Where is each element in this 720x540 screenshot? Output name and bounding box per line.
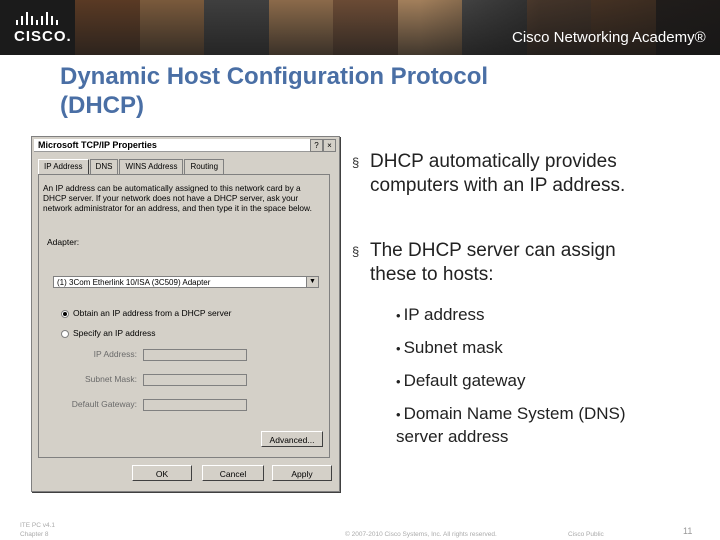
radio-specify-ip-label[interactable]: Specify an IP address: [73, 328, 156, 338]
advanced-button[interactable]: Advanced...: [261, 431, 323, 447]
adapter-select-value: (1) 3Com Etherlink 10/ISA (3C509) Adapte…: [57, 278, 211, 287]
page-number: 11: [683, 526, 693, 536]
footer-course: ITE PC v4.1: [20, 522, 56, 529]
subnet-mask-field[interactable]: [143, 374, 247, 386]
dropdown-arrow-icon[interactable]: ▼: [306, 277, 318, 287]
bullet-item: § The DHCP server can assign these to ho…: [352, 239, 652, 287]
ok-button[interactable]: OK: [132, 465, 192, 481]
dialog-tabs: IP Address DNS WINS Address Routing: [38, 159, 225, 175]
sub-bullet-item: • Domain Name System (DNS) server address: [396, 403, 676, 448]
sub-bullet-item: • IP address: [396, 304, 485, 327]
adapter-label: Adapter:: [47, 237, 80, 247]
sub-bullet-item: • Default gateway: [396, 370, 525, 393]
tab-routing[interactable]: Routing: [184, 159, 225, 174]
tab-ip-address[interactable]: IP Address: [38, 159, 89, 175]
dialog-title-bar: Microsoft TCP/IP Properties ? ×: [34, 139, 336, 152]
banner-fade: [420, 0, 720, 55]
slide-title: Dynamic Host Configuration Protocol (DHC…: [60, 62, 680, 120]
default-gateway-field[interactable]: [143, 399, 247, 411]
radio-obtain-ip[interactable]: [61, 310, 69, 318]
tab-dns[interactable]: DNS: [89, 159, 119, 174]
sub-bullet-text: Subnet mask: [403, 338, 503, 357]
dialog-description: An IP address can be automatically assig…: [43, 183, 312, 213]
banner-photo: [333, 0, 398, 55]
slide-title-line2: (DHCP): [60, 92, 144, 119]
sub-bullet-text: Default gateway: [403, 371, 526, 390]
ip-address-field[interactable]: [143, 349, 247, 361]
sub-bullet-text: Domain Name System (DNS) server address: [396, 404, 626, 446]
sub-bullet-marker-icon: •: [396, 308, 401, 323]
radio-obtain-ip-label[interactable]: Obtain an IP address from a DHCP server: [73, 308, 231, 318]
banner-photo: [204, 0, 269, 55]
bullet-text: The DHCP server can assign these to host…: [370, 240, 616, 285]
sub-bullet-marker-icon: •: [396, 374, 401, 389]
bullet-marker-icon: §: [352, 155, 360, 170]
bullet-text: DHCP automatically provides computers wi…: [370, 151, 626, 196]
help-button[interactable]: ?: [310, 139, 323, 152]
banner-photo: [139, 0, 204, 55]
sub-bullet-text: IP address: [403, 305, 485, 324]
bullet-item: § DHCP automatically provides computers …: [352, 150, 682, 198]
slide-title-line1: Dynamic Host Configuration Protocol: [60, 63, 489, 90]
banner-photo: [268, 0, 333, 55]
sub-bullet-marker-icon: •: [396, 407, 401, 422]
default-gateway-label: Default Gateway:: [71, 399, 137, 409]
sub-bullet-marker-icon: •: [396, 341, 401, 356]
cisco-wordmark: CISCO.: [14, 28, 72, 45]
sub-bullet-item: • Subnet mask: [396, 337, 503, 360]
tab-wins-address[interactable]: WINS Address: [119, 159, 184, 174]
footer-copyright: © 2007-2010 Cisco Systems, Inc. All righ…: [345, 531, 497, 538]
bullet-marker-icon: §: [352, 244, 360, 259]
dialog-title: Microsoft TCP/IP Properties: [38, 140, 157, 150]
cisco-logo: CISCO.: [14, 12, 72, 45]
academy-title: Cisco Networking Academy®: [512, 29, 706, 46]
cancel-button[interactable]: Cancel: [202, 465, 264, 481]
banner-photo: [75, 0, 140, 55]
header-banner: CISCO. Cisco Networking Academy®: [0, 0, 720, 55]
radio-specify-ip[interactable]: [61, 330, 69, 338]
ip-address-label: IP Address:: [93, 349, 137, 359]
tcpip-properties-dialog: Microsoft TCP/IP Properties ? × IP Addre…: [31, 136, 340, 492]
apply-button[interactable]: Apply: [272, 465, 332, 481]
ip-address-panel: An IP address can be automatically assig…: [38, 174, 330, 458]
footer-chapter: Chapter 8: [20, 531, 49, 538]
subnet-mask-label: Subnet Mask:: [85, 374, 137, 384]
footer-classification: Cisco Public: [568, 531, 604, 538]
adapter-select[interactable]: (1) 3Com Etherlink 10/ISA (3C509) Adapte…: [53, 276, 319, 288]
cisco-bars-icon: [16, 12, 70, 25]
close-button[interactable]: ×: [323, 139, 336, 152]
